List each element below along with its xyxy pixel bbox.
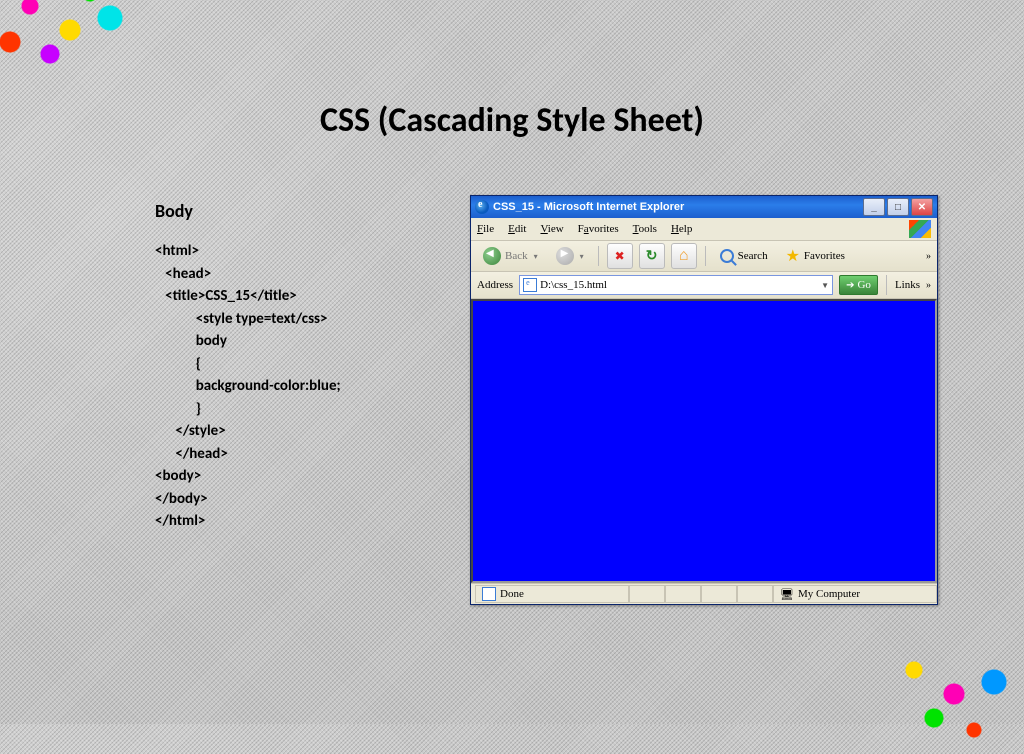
status-zone-label: My Computer xyxy=(798,588,860,600)
links-overflow-icon[interactable]: » xyxy=(926,280,931,291)
address-bar: Address D:\css_15.html ▼ Go Links » xyxy=(471,272,937,299)
menu-view[interactable]: View xyxy=(540,223,563,235)
maximize-button[interactable]: □ xyxy=(887,198,909,216)
back-label: Back xyxy=(505,250,528,262)
address-value: D:\css_15.html xyxy=(540,279,607,291)
address-input[interactable]: D:\css_15.html ▼ xyxy=(519,275,833,295)
home-button[interactable] xyxy=(671,243,697,269)
windows-logo-icon xyxy=(909,220,931,238)
status-cell xyxy=(701,585,737,603)
status-zone: My Computer xyxy=(773,585,937,603)
status-cell xyxy=(665,585,701,603)
ie-icon xyxy=(475,200,489,214)
page-viewport xyxy=(471,299,937,583)
status-cell xyxy=(737,585,773,603)
home-icon xyxy=(679,247,689,265)
forward-button[interactable] xyxy=(550,245,590,267)
status-text: Done xyxy=(500,588,524,600)
toolbar: Back Search Favorites » xyxy=(471,241,937,272)
done-icon xyxy=(482,587,496,601)
status-bar: Done My Computer xyxy=(471,583,937,604)
search-icon xyxy=(720,249,734,263)
slide-subtitle: Body xyxy=(155,200,193,222)
menu-favorites[interactable]: Favorites xyxy=(578,223,619,235)
menu-help[interactable]: Help xyxy=(671,223,692,235)
separator xyxy=(705,246,706,266)
minimize-button[interactable]: _ xyxy=(863,198,885,216)
code-block: <html> <head> <title>CSS_15</title> <sty… xyxy=(155,240,341,533)
status-done: Done xyxy=(475,585,629,603)
links-label[interactable]: Links xyxy=(895,279,920,291)
separator xyxy=(598,246,599,266)
search-button[interactable]: Search xyxy=(714,247,774,265)
corner-decoration-bottom-right xyxy=(854,634,1024,754)
back-button[interactable]: Back xyxy=(477,245,544,267)
address-dropdown-icon[interactable]: ▼ xyxy=(821,281,829,290)
menu-edit[interactable]: Edit xyxy=(508,223,526,235)
address-label: Address xyxy=(477,279,513,291)
menu-file[interactable]: File xyxy=(477,223,494,235)
close-button[interactable]: ✕ xyxy=(911,198,933,216)
window-title: CSS_15 - Microsoft Internet Explorer xyxy=(493,201,863,213)
window-titlebar[interactable]: CSS_15 - Microsoft Internet Explorer _ □… xyxy=(471,196,937,218)
stop-icon xyxy=(614,250,626,262)
go-label: Go xyxy=(857,279,870,291)
stop-button[interactable] xyxy=(607,243,633,269)
search-label: Search xyxy=(738,250,768,262)
separator xyxy=(886,275,887,295)
status-cell xyxy=(629,585,665,603)
favorites-button[interactable]: Favorites xyxy=(780,244,851,268)
back-arrow-icon xyxy=(483,247,501,265)
favorites-icon xyxy=(786,246,800,266)
go-button[interactable]: Go xyxy=(839,275,878,295)
menu-bar: File Edit View Favorites Tools Help xyxy=(471,218,937,241)
toolbar-overflow-icon[interactable]: » xyxy=(926,251,931,262)
forward-arrow-icon xyxy=(556,247,574,265)
favorites-label: Favorites xyxy=(804,250,845,262)
refresh-icon xyxy=(646,248,658,265)
corner-decoration-top-left xyxy=(0,0,170,90)
slide-title: CSS (Cascading Style Sheet) xyxy=(0,100,1024,141)
menu-tools[interactable]: Tools xyxy=(633,223,657,235)
computer-icon xyxy=(780,588,794,601)
refresh-button[interactable] xyxy=(639,243,665,269)
page-icon xyxy=(523,278,537,292)
ie-browser-window: CSS_15 - Microsoft Internet Explorer _ □… xyxy=(470,195,938,605)
